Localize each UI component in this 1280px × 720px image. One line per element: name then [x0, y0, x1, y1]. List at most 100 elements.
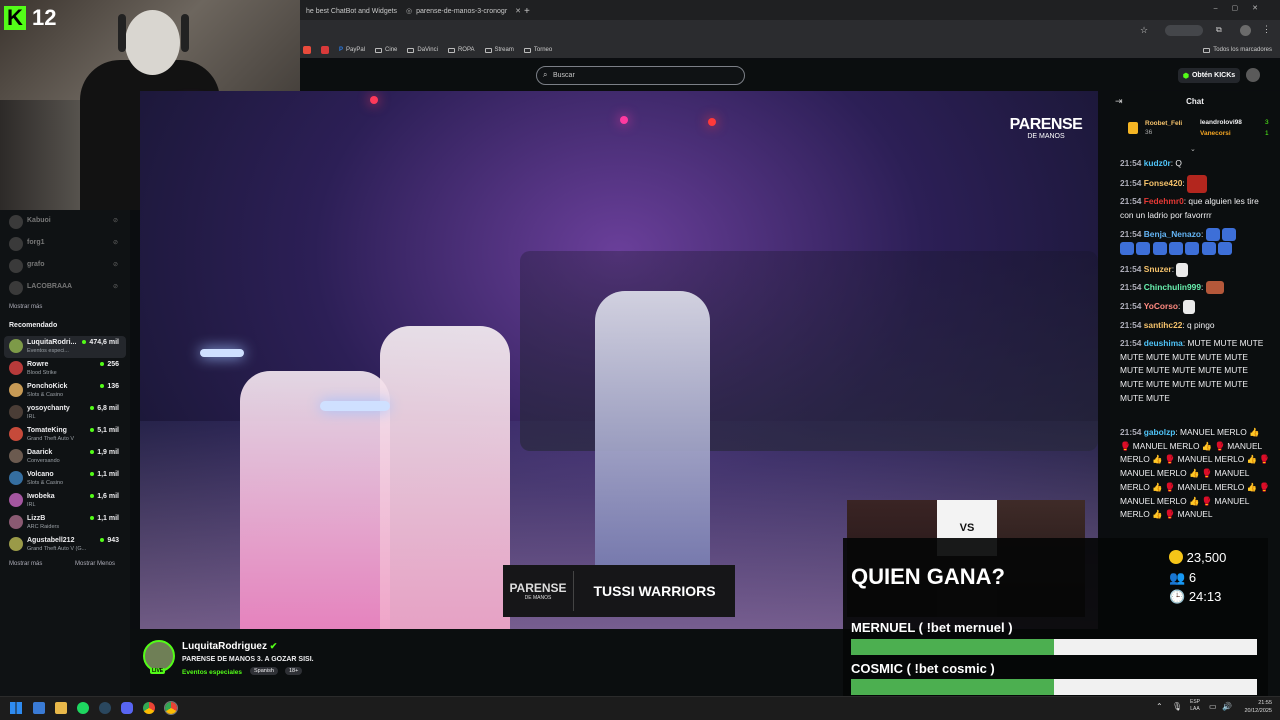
channel-category: Conversando	[27, 458, 60, 464]
language-indicator[interactable]: ESP LAA	[1190, 699, 1200, 713]
discord-icon[interactable]	[121, 702, 133, 714]
channel-name: forg1	[27, 239, 45, 246]
bet-option-label: COSMIC ( !bet cosmic )	[851, 661, 995, 676]
volume-icon[interactable]: 🔊	[1222, 702, 1232, 711]
message-user[interactable]: deushima	[1144, 338, 1183, 348]
file-explorer-icon[interactable]	[55, 702, 67, 714]
bookmark-davinci[interactable]: DaVinci	[407, 47, 438, 53]
user-avatar[interactable]	[1246, 68, 1260, 82]
avatar	[9, 515, 23, 529]
channel-category: ARC Raiders	[27, 524, 60, 530]
sidebar-item-recommended[interactable]: TomateKing Grand Theft Auto V 5,1 mil	[0, 424, 130, 446]
stream-category-link[interactable]: Eventos especiales	[182, 669, 242, 676]
clock-date: 20/12/2025	[1244, 708, 1272, 714]
message-user[interactable]: Fedehmr0	[1144, 196, 1184, 206]
avatar	[9, 281, 23, 295]
all-bookmarks[interactable]: Todos los marcadores	[1203, 47, 1272, 53]
participants-value: 6	[1188, 570, 1197, 585]
bookmark-favicon[interactable]	[321, 46, 329, 54]
expand-pinned-icon[interactable]: ⌄	[1190, 145, 1196, 153]
search-input[interactable]: ⌕ Buscar	[536, 66, 745, 85]
extensions-icon[interactable]: ⧉	[1216, 25, 1222, 35]
message-time: 21:54	[1120, 338, 1142, 348]
viewer-count: 6,8 mil	[90, 405, 119, 412]
clock-time: 21:55	[1258, 700, 1272, 706]
tab-title: parense-de-manos-3-cronogr	[416, 7, 508, 15]
bookmark-stream[interactable]: Stream	[484, 47, 514, 53]
lower-third: PARENSE DE MANOS TUSSI WARRIORS	[503, 565, 735, 617]
browser-tab[interactable]: ◎ parense-de-manos-3-cronogr ✕	[400, 2, 521, 20]
window-controls[interactable]: –▢✕	[1214, 4, 1272, 12]
sidebar-item-recommended[interactable]: Volcano Slots & Casino 1,1 mil	[0, 468, 130, 490]
start-icon[interactable]	[10, 702, 22, 714]
star-icon[interactable]: ☆	[1140, 25, 1148, 36]
folder-icon	[1203, 47, 1211, 53]
coins-stat: 23,500	[1169, 550, 1226, 565]
sidebar-item-recommended[interactable]: LizzB ARC Raiders 1,1 mil	[0, 512, 130, 534]
pinned-gifters: Roobet_Feli 36 leandrolovi98 3 Vanecorsi…	[1120, 118, 1270, 142]
bookmark-ropa[interactable]: ROPA	[447, 47, 475, 53]
bookmark-favicon[interactable]	[303, 46, 311, 54]
get-kicks-button[interactable]: ⬢ Obtén KICKs	[1178, 68, 1240, 83]
profile-avatar[interactable]	[1240, 25, 1251, 36]
folder-icon	[375, 47, 383, 53]
language-tag[interactable]: Spanish	[250, 667, 278, 675]
bookmark-label: Torneo	[533, 47, 553, 53]
spotify-icon[interactable]	[77, 702, 89, 714]
bookmark-torneo[interactable]: Torneo	[523, 47, 553, 53]
show-less-button[interactable]: Mostrar Menos	[75, 561, 115, 567]
extensions-group[interactable]	[1165, 25, 1203, 36]
avatar	[9, 427, 23, 441]
sidebar-item-recommended[interactable]: yosoychanty IRL 6,8 mil	[0, 402, 130, 424]
chrome-icon[interactable]	[164, 701, 178, 715]
bet-option-label: MERNUEL ( !bet mernuel )	[851, 620, 1013, 635]
sidebar-item-recommended[interactable]: Agustabell212 Grand Theft Auto V (G... 943	[0, 534, 130, 556]
message-user[interactable]: kudz0r	[1144, 158, 1171, 168]
sidebar-item-following[interactable]: forg1 ⊘	[0, 234, 130, 256]
sidebar-item-recommended[interactable]: LuquitaRodri... Eventos especi... 474,6 mi…	[4, 336, 126, 358]
tray-chevron-icon[interactable]: ⌃	[1156, 702, 1163, 711]
show-more-button[interactable]: Mostrar más	[9, 304, 42, 310]
sidebar: Kabuoi ⊘ forg1 ⊘ grafo ⊘ LACOBRAAA ⊘ Mostrar…	[0, 210, 130, 696]
message-user[interactable]: Benja_Nenazo	[1144, 229, 1201, 239]
show-more-button[interactable]: Mostrar más	[9, 561, 42, 567]
mic-icon[interactable]: 🎙	[1172, 702, 1182, 711]
bookmark-cine[interactable]: Cine	[375, 47, 397, 53]
sidebar-item-following[interactable]: Kabuoi ⊘	[0, 212, 130, 234]
more-menu-icon[interactable]: ⋮	[1262, 24, 1271, 35]
sidebar-item-recommended[interactable]: Rowre Blood Strike 256	[0, 358, 130, 380]
sidebar-item-following[interactable]: LACOBRAAA ⊘	[0, 278, 130, 300]
clock[interactable]: 21:55 20/12/2025	[1240, 699, 1272, 715]
sidebar-item-recommended[interactable]: PonchoKick Slots & Casino 136	[0, 380, 130, 402]
clock-icon: 🕒	[1169, 589, 1186, 604]
message-user[interactable]: santihc22	[1144, 320, 1183, 330]
sidebar-item-recommended[interactable]: Iwobeka IRL 1,6 mil	[0, 490, 130, 512]
new-tab-button[interactable]: +	[518, 2, 536, 20]
message-user[interactable]: YoCorso	[1144, 301, 1178, 311]
sidebar-item-following[interactable]: grafo ⊘	[0, 256, 130, 278]
message-user[interactable]: Chinchulin999	[1144, 282, 1201, 292]
message-text: Q	[1173, 158, 1182, 168]
avatar	[9, 383, 23, 397]
bet-option-bar	[851, 679, 1257, 695]
sidebar-item-recommended[interactable]: Daarick Conversando 1,9 mil	[0, 446, 130, 468]
steam-icon[interactable]	[99, 702, 111, 714]
site-header	[300, 60, 1280, 90]
avatar	[9, 449, 23, 463]
emote-icon	[1182, 300, 1195, 314]
message-time: 21:54	[1120, 178, 1142, 189]
viewer-count: 474,6 mil	[82, 339, 119, 346]
age-tag[interactable]: 18+	[285, 667, 303, 675]
widgets-icon[interactable]	[33, 702, 45, 714]
network-icon[interactable]: ▭	[1209, 702, 1217, 711]
chrome-icon[interactable]	[143, 702, 155, 714]
message-user[interactable]: gabolzp	[1144, 427, 1176, 437]
avatar	[9, 215, 23, 229]
tab-title: he best ChatBot and Widgets	[306, 7, 398, 15]
streamer-name[interactable]: LuquitaRodriguez ✔	[182, 641, 277, 652]
browser-tab[interactable]: he best ChatBot and Widgets ✕	[300, 2, 411, 20]
message-user[interactable]: Fonse420	[1144, 178, 1183, 188]
bookmark-paypal[interactable]: P PayPal	[339, 47, 365, 53]
message-user[interactable]: Snuzer	[1144, 264, 1172, 274]
kick-logo: K	[4, 6, 26, 30]
